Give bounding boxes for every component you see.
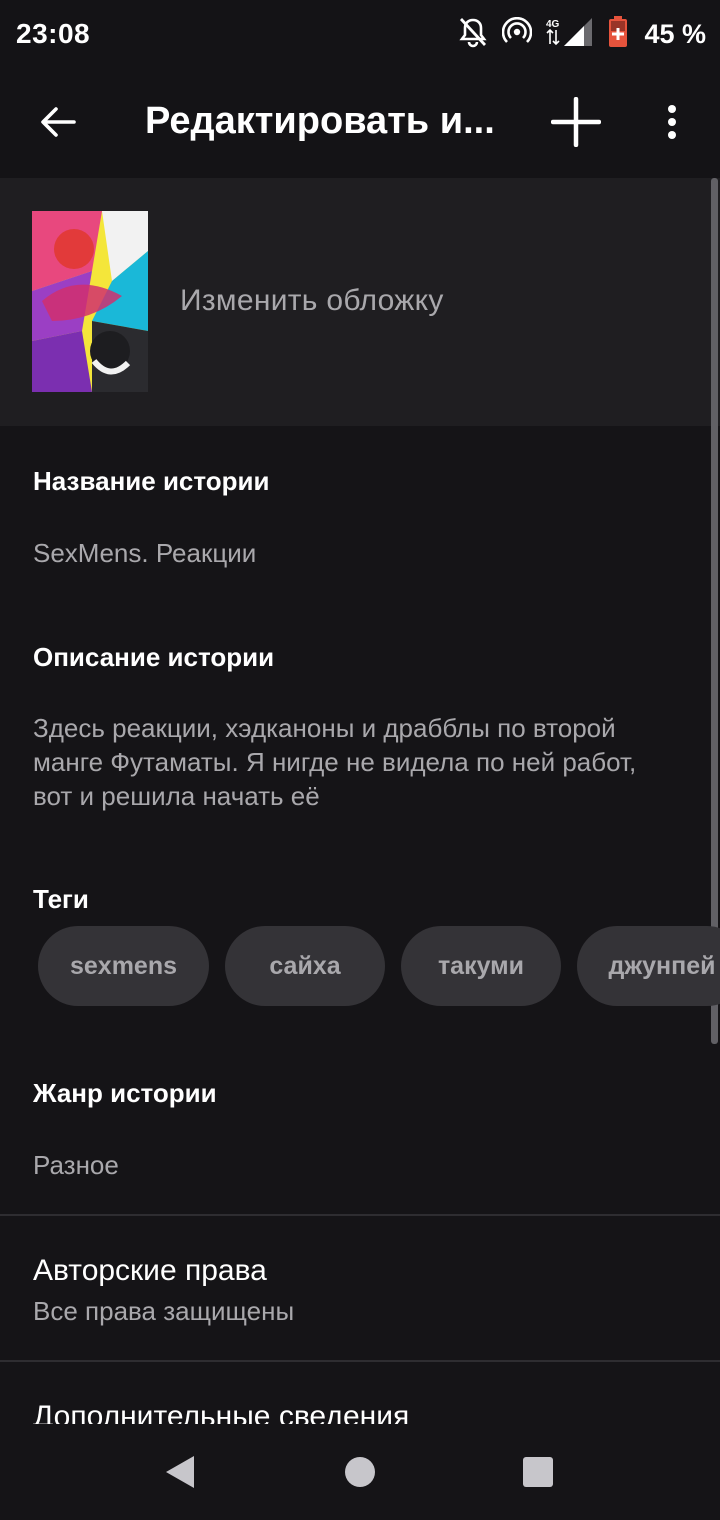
genre-value[interactable]: Разное xyxy=(33,1148,119,1182)
scrollbar[interactable] xyxy=(711,178,718,1044)
plus-icon xyxy=(550,96,602,152)
more-options-button[interactable] xyxy=(646,94,698,154)
more-vert-icon xyxy=(666,104,678,145)
story-title-label: Название истории xyxy=(33,466,270,496)
genre-label: Жанр истории xyxy=(33,1078,217,1108)
tags-row[interactable]: sexmens сайха такуми джунпей xyxy=(38,926,720,1006)
change-cover-label[interactable]: Изменить обложку xyxy=(180,284,444,318)
battery-icon xyxy=(608,15,628,53)
description-line: манге Футаматы. Я нигде не видела по ней… xyxy=(33,747,637,777)
svg-text:4G: 4G xyxy=(546,19,560,30)
tag-chip[interactable]: такуми xyxy=(401,926,561,1006)
divider xyxy=(0,1214,720,1216)
copyright-title: Авторские права xyxy=(33,1254,267,1287)
description-line: вот и решила начать её xyxy=(33,781,320,811)
nav-back-icon[interactable] xyxy=(164,1454,196,1495)
story-description-label: Описание истории xyxy=(33,642,275,672)
story-title-value[interactable]: SexMens. Реакции xyxy=(33,536,256,570)
battery-percent: 45 % xyxy=(644,18,706,49)
app-bar: Редактировать и... xyxy=(0,70,720,178)
tag-chip[interactable]: джунпей xyxy=(577,926,720,1006)
nav-home-icon[interactable] xyxy=(345,1457,375,1487)
hotspot-icon xyxy=(502,16,533,52)
add-part-button[interactable] xyxy=(544,92,608,156)
signal-4g-icon: 4G xyxy=(546,17,594,52)
system-nav-bar xyxy=(0,1424,720,1520)
divider xyxy=(0,1360,720,1362)
description-line: Здесь реакции, хэдканоны и драбблы по вт… xyxy=(33,713,616,743)
mute-bell-icon xyxy=(458,16,488,53)
back-button[interactable] xyxy=(28,94,88,154)
cover-image[interactable] xyxy=(32,211,148,392)
story-description-value[interactable]: Здесь реакции, хэдканоны и драбблы по вт… xyxy=(33,711,636,813)
tag-chip[interactable]: sexmens xyxy=(38,926,209,1006)
status-icons: 4G 45 % xyxy=(458,15,706,53)
page-title: Редактировать и... xyxy=(145,100,495,142)
nav-recents-icon[interactable] xyxy=(523,1457,553,1487)
tags-label: Теги xyxy=(33,884,89,914)
copyright-value: Все права защищены xyxy=(33,1296,295,1326)
tag-chip[interactable]: сайха xyxy=(225,926,385,1006)
status-bar: 23:08 4G 45 % xyxy=(0,0,720,70)
status-time: 23:08 xyxy=(16,18,91,49)
cover-section[interactable]: Изменить обложку xyxy=(0,178,720,426)
back-arrow-icon xyxy=(40,106,76,143)
